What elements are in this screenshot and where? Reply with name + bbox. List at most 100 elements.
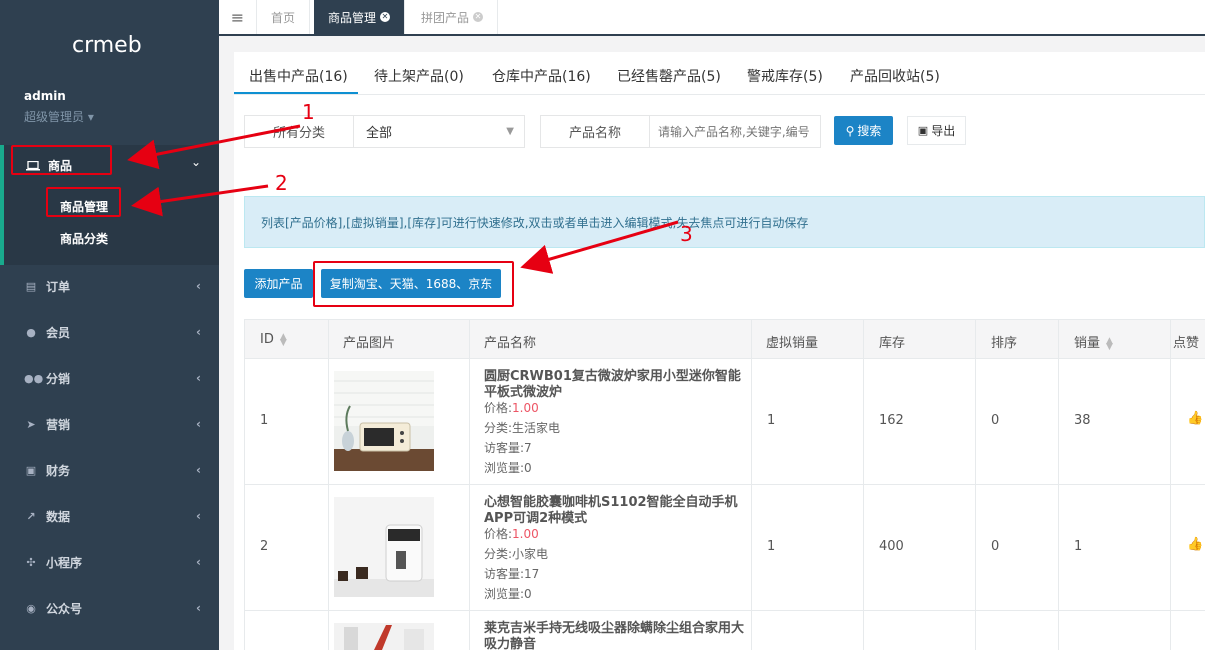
money-icon: ▣	[25, 463, 37, 477]
sort-icon[interactable]: ▲ ▼	[280, 332, 287, 347]
tab-low-stock[interactable]: 警戒库存(5)	[747, 66, 823, 86]
annotation-number: 3	[680, 222, 693, 246]
tab-sold-out[interactable]: 已经售罄产品(5)	[617, 66, 721, 86]
user-role-dropdown[interactable]: 超级管理员 ▾	[24, 108, 94, 125]
product-image[interactable]	[334, 623, 434, 650]
tab-group-products[interactable]: 拼团产品 ✕	[407, 0, 499, 34]
sidebar-item-miniprogram[interactable]: ✣ 小程序 ‹	[0, 539, 219, 585]
cell-stock[interactable]: 400	[879, 539, 904, 554]
category-select-value: 全部	[366, 126, 393, 141]
product-details: 价格:1.00 分类:生活家电 访客量:7 浏览量:0	[484, 398, 560, 478]
chevron-left-icon: ‹	[196, 463, 201, 477]
menu-toggle-icon[interactable]: ≡	[219, 0, 257, 34]
sidebar-item-distribution[interactable]: ●● 分销 ‹	[0, 355, 219, 401]
chart-icon: ↗	[26, 509, 36, 523]
sidebar-item-marketing[interactable]: ➤ 营销 ‹	[0, 401, 219, 447]
header-stock: 库存	[879, 336, 906, 351]
tab-warehouse[interactable]: 仓库中产品(16)	[492, 66, 591, 86]
chevron-left-icon: ‹	[196, 509, 201, 523]
product-name-input[interactable]	[649, 115, 821, 148]
product-category: 分类:生活家电	[484, 421, 561, 435]
wechat-icon: ◉	[26, 601, 36, 615]
header-likes: 点赞	[1173, 336, 1200, 351]
product-name-label: 产品名称	[540, 115, 650, 148]
product-views: 浏览量:0	[484, 587, 532, 601]
header-virtual-sales: 虚拟销量	[766, 336, 819, 351]
caret-down-icon: ▼	[506, 126, 514, 137]
product-visitors: 访客量:17	[484, 567, 540, 581]
chevron-left-icon: ‹	[196, 601, 201, 615]
tab-goods-manage[interactable]: 商品管理 ✕	[314, 0, 406, 34]
row-divider	[244, 610, 1205, 611]
tab-on-sale[interactable]: 出售中产品(16)	[249, 66, 348, 86]
add-product-button[interactable]: 添加产品	[244, 269, 313, 298]
cell-sales: 1	[1074, 539, 1083, 554]
chevron-left-icon: ‹	[196, 555, 201, 569]
category-label: 所有分类	[244, 115, 354, 148]
header-sales[interactable]: 销量 ▲ ▼	[1074, 332, 1113, 351]
product-image[interactable]	[334, 497, 434, 597]
sidebar-item-members[interactable]: ● 会员 ‹	[0, 309, 219, 355]
cell-virtual-sales[interactable]: 1	[767, 413, 775, 428]
users-icon: ●●	[24, 371, 44, 385]
tab-recycle-bin[interactable]: 产品回收站(5)	[850, 66, 940, 86]
crmeb-logo: crmeb	[72, 33, 142, 58]
category-select[interactable]: 全部 ▼	[353, 115, 525, 148]
sidebar: crmeb admin 超级管理员 ▾ 商品 ⌄ 商品管理 商品分类 ▤ 订单 ‹ …	[0, 0, 219, 650]
close-icon[interactable]: ✕	[473, 12, 484, 22]
product-visitors: 访客量:7	[484, 441, 532, 455]
annotation-box	[11, 145, 112, 175]
sidebar-item-wechat[interactable]: ◉ 公众号 ‹	[0, 585, 219, 631]
tabs-divider	[234, 94, 1205, 95]
thumbs-up-icon[interactable]: 👍	[1187, 537, 1203, 552]
chevron-left-icon: ‹	[196, 371, 201, 385]
annotation-box	[46, 187, 121, 217]
header-sort: 排序	[991, 336, 1018, 351]
save-icon: ▣	[917, 124, 929, 137]
cell-id: 2	[260, 539, 269, 554]
sidebar-item-finance[interactable]: ▣ 财务 ‹	[0, 447, 219, 493]
user-role: 超级管理员	[24, 110, 85, 124]
active-tab-indicator	[234, 92, 358, 94]
tab-pending[interactable]: 待上架产品(0)	[374, 66, 464, 86]
chevron-left-icon: ‹	[196, 279, 201, 293]
chevron-down-icon: ⌄	[190, 155, 201, 169]
header-image: 产品图片	[343, 336, 396, 351]
product-category: 分类:小家电	[484, 547, 549, 561]
table-header: ID ▲ ▼ 产品图片 产品名称 虚拟销量 库存 排序 销量 ▲ ▼ 点赞	[244, 319, 1205, 359]
search-button[interactable]: ⚲ 搜索	[834, 116, 893, 145]
product-name: 圆厨CRWB01复古微波炉家用小型迷你智能平板式微波炉	[484, 369, 741, 400]
row-divider	[244, 484, 1205, 485]
annotation-number: 2	[275, 171, 288, 195]
tab-home[interactable]: 首页	[257, 0, 311, 34]
export-button[interactable]: ▣ 导出	[907, 116, 966, 145]
header-id[interactable]: ID ▲ ▼	[260, 332, 287, 347]
search-icon: ⚲	[845, 123, 855, 138]
chevron-left-icon: ‹	[196, 325, 201, 339]
top-tab-bar: ≡ 首页 商品管理 ✕ 拼团产品 ✕	[219, 0, 1205, 36]
sidebar-item-orders[interactable]: ▤ 订单 ‹	[0, 263, 219, 309]
sort-icon[interactable]: ▲ ▼	[1106, 336, 1113, 351]
cell-sort[interactable]: 0	[991, 413, 999, 428]
cell-virtual-sales[interactable]: 1	[767, 539, 775, 554]
user-name[interactable]: admin	[24, 89, 66, 103]
thumbs-up-icon[interactable]: 👍	[1187, 411, 1203, 426]
annotation-number: 1	[302, 100, 315, 124]
product-name: 心想智能胶囊咖啡机S1102智能全自动手机APP可调2种模式	[484, 495, 738, 526]
annotation-box	[313, 261, 514, 307]
product-name: 莱克吉米手持无线吸尘器除螨除尘组合家用大吸力静音	[484, 621, 745, 650]
cell-stock[interactable]: 162	[879, 413, 904, 428]
sidebar-item-data[interactable]: ↗ 数据 ‹	[0, 493, 219, 539]
close-icon[interactable]: ✕	[380, 12, 391, 22]
cell-sort[interactable]: 0	[991, 539, 999, 554]
product-details: 价格:1.00 分类:小家电 访客量:17 浏览量:0	[484, 524, 548, 604]
sidebar-subitem-goods-category[interactable]: 商品分类	[60, 230, 108, 247]
user-icon: ●	[26, 325, 36, 339]
document-icon: ▤	[25, 279, 37, 293]
chevron-left-icon: ‹	[196, 417, 201, 431]
product-image[interactable]	[334, 371, 434, 471]
cell-id: 1	[260, 413, 269, 428]
info-notice: 列表[产品价格],[虚拟销量],[库存]可进行快速修改,双击或者单击进入编辑模式…	[244, 196, 1205, 248]
miniprogram-icon: ✣	[26, 555, 36, 569]
header-name: 产品名称	[484, 336, 537, 351]
